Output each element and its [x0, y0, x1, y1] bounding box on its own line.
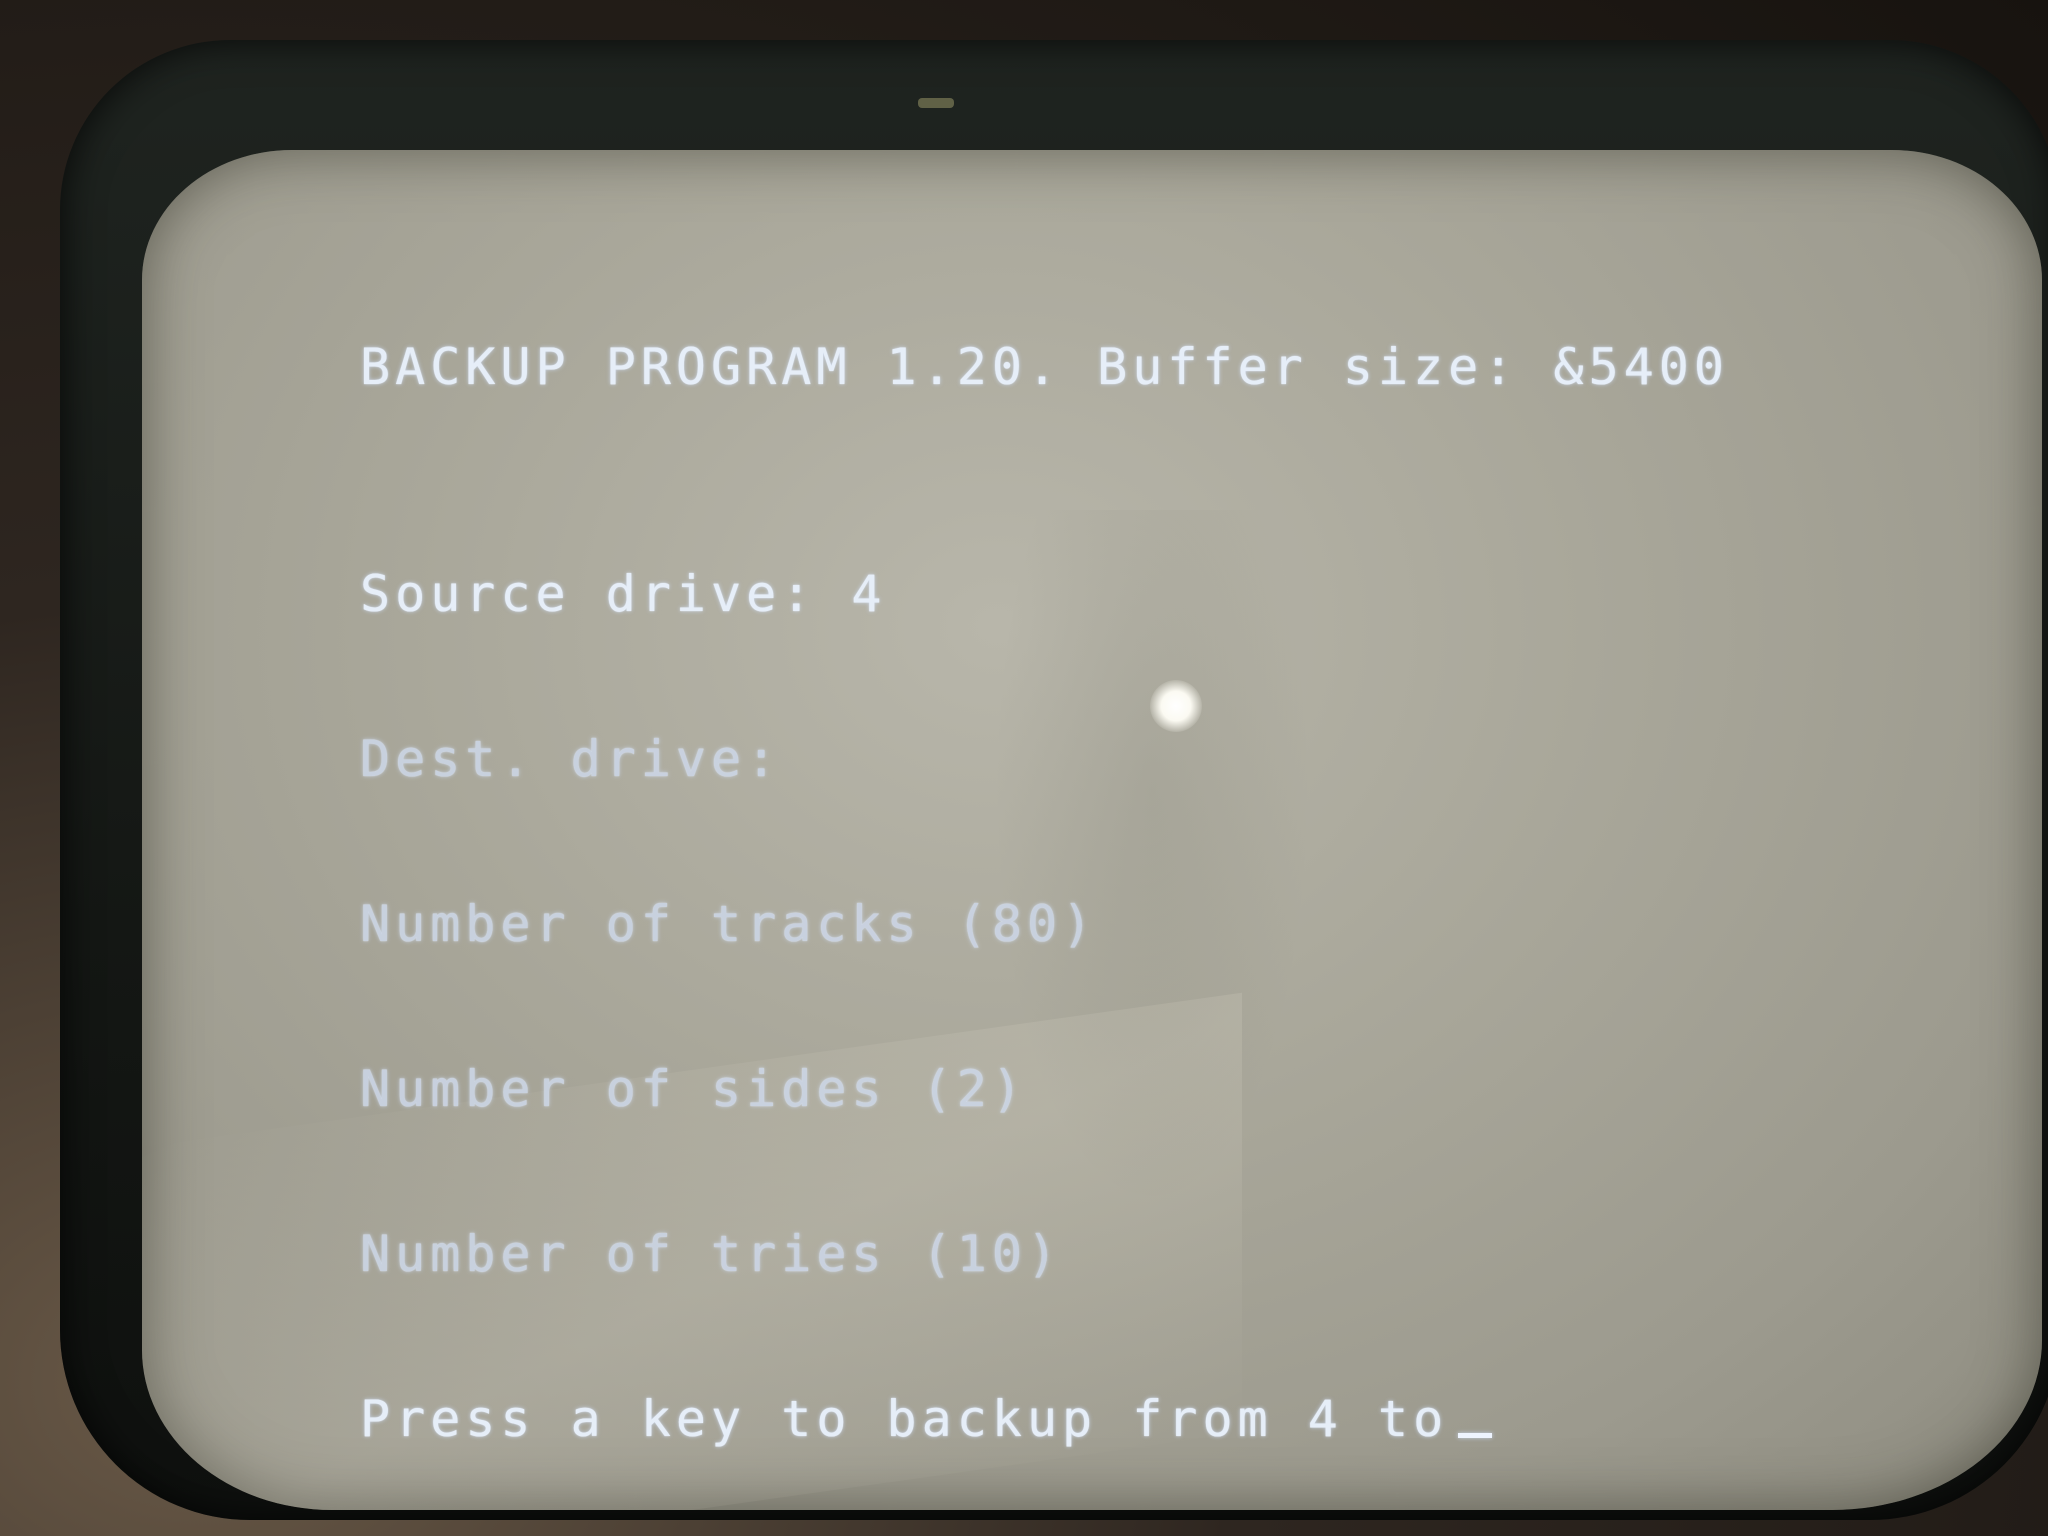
prompt-text: Press a key to backup from 4 to: [360, 1390, 1449, 1448]
power-indicator-light: [918, 98, 954, 108]
crt-screen: BACKUP PROGRAM 1.20. Buffer size: &5400 …: [142, 150, 2042, 1510]
program-title: BACKUP PROGRAM 1.20. Buffer size: &5400: [360, 338, 1729, 396]
dest-drive-line: Dest. drive:: [360, 730, 782, 788]
prompt-line[interactable]: Press a key to backup from 4 to: [360, 1392, 1729, 1447]
camera-flash-glare: [1150, 680, 1202, 732]
sides-line: Number of sides (2): [360, 1060, 1027, 1118]
source-drive-line: Source drive: 4: [360, 565, 887, 623]
text-cursor[interactable]: [1458, 1433, 1493, 1438]
tries-line: Number of tries (10): [360, 1225, 1063, 1283]
terminal-output: BACKUP PROGRAM 1.20. Buffer size: &5400 …: [360, 230, 1729, 1510]
tracks-line: Number of tracks (80): [360, 895, 1098, 953]
photo-scene: BACKUP PROGRAM 1.20. Buffer size: &5400 …: [0, 0, 2048, 1536]
